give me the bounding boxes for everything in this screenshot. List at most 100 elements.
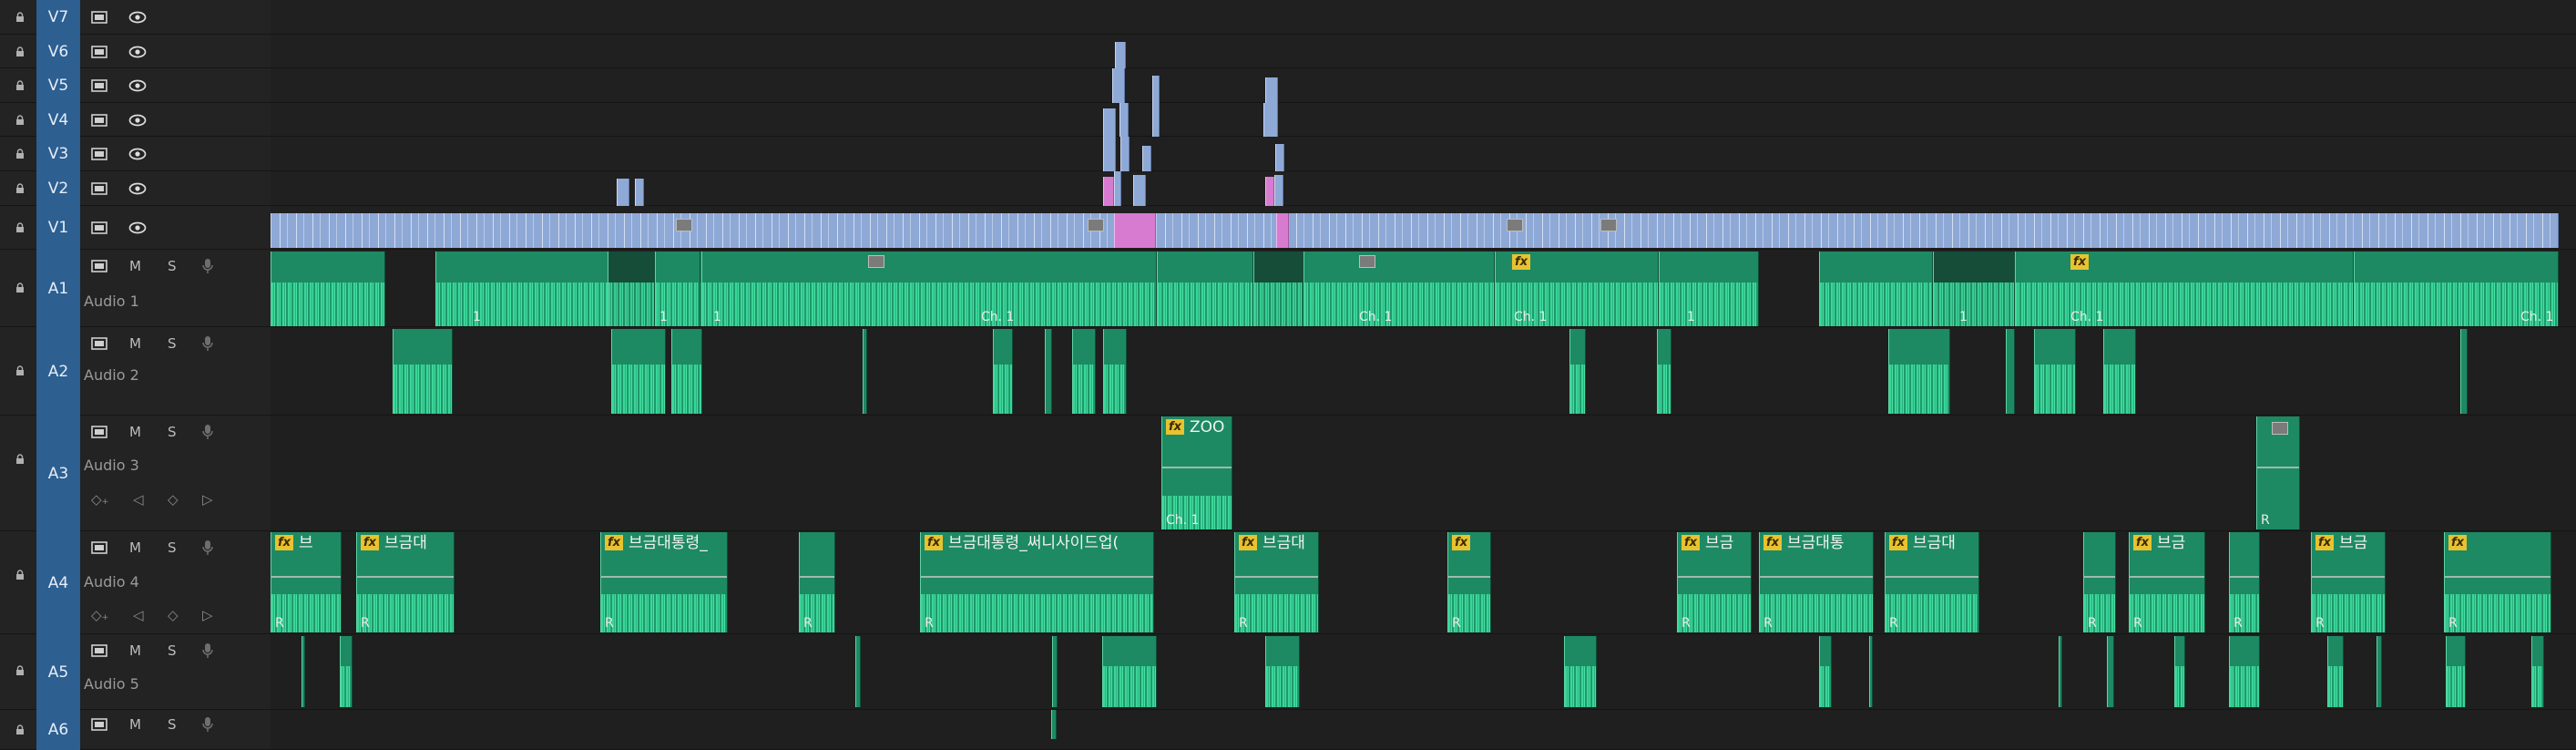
film-sync-icon[interactable] [91,10,107,25]
track-lane-a6[interactable] [271,710,2576,750]
audio-clip[interactable] [1102,636,1157,707]
audio-clip[interactable]: fx 브금대통령_써니사이드업(R [920,532,1154,632]
audio-clip[interactable] [2059,636,2062,707]
eye-icon[interactable] [128,221,147,236]
audio-clip[interactable]: fx 브금대통 R [1759,532,1874,632]
film-sync-icon[interactable] [91,425,107,439]
mute-button[interactable]: M [129,643,141,658]
add-remove-keyframe-icon[interactable]: ◇ [168,492,179,507]
track-label-a5[interactable]: A5 [36,634,80,710]
lock-icon[interactable] [15,46,26,57]
track-label-a4[interactable]: A4 [36,531,80,634]
video-clip[interactable] [1114,171,1121,206]
solo-button[interactable]: S [168,717,177,732]
audio-clip[interactable] [271,252,385,326]
video-clip[interactable] [617,179,629,206]
audio-clip[interactable] [1045,329,1052,414]
solo-button[interactable]: S [168,643,177,658]
eye-icon[interactable] [128,148,147,162]
microphone-icon[interactable] [202,716,213,732]
audio-clip[interactable] [1052,636,1058,707]
add-remove-keyframe-icon[interactable]: ◇ [168,608,179,622]
mute-button[interactable]: M [129,336,141,351]
track-label-v2[interactable]: V2 [36,171,80,206]
track-name-a4[interactable]: Audio 4 [84,574,139,591]
lock-icon[interactable] [15,283,26,293]
eye-icon[interactable] [128,182,147,197]
video-clip[interactable] [1276,213,1289,248]
track-label-v7[interactable]: V7 [36,0,80,35]
audio-clip[interactable]: Ch. 1 [2354,252,2559,326]
previous-keyframe-icon[interactable]: ◁ [133,608,144,622]
audio-clip[interactable]: 1 Ch. 1 [701,252,1157,326]
lock-icon[interactable] [15,454,26,465]
audio-clip[interactable]: fx 브금대 R [1234,532,1319,632]
audio-clip[interactable] [1253,252,1303,326]
audio-clip[interactable] [2006,329,2015,414]
video-clip[interactable] [1265,177,1274,206]
mute-button[interactable]: M [129,259,141,273]
track-lane-v2[interactable] [271,171,2576,206]
mute-button[interactable]: M [129,717,141,732]
audio-clip[interactable] [1103,329,1127,414]
solo-button[interactable]: S [168,540,177,555]
previous-keyframe-icon[interactable]: ◁ [133,492,144,507]
track-lane-v4[interactable] [271,103,2576,137]
video-clip[interactable] [1112,68,1125,103]
lock-icon[interactable] [15,80,26,91]
track-name-a3[interactable]: Audio 3 [84,457,139,474]
mute-button[interactable]: M [129,540,141,555]
next-keyframe-icon[interactable]: ▷ [202,608,213,622]
microphone-icon[interactable] [202,258,213,273]
film-sync-icon[interactable] [91,113,107,128]
next-keyframe-icon[interactable]: ▷ [202,492,213,507]
video-clip[interactable] [1133,175,1146,206]
eye-icon[interactable] [128,11,147,26]
microphone-icon[interactable] [202,642,213,658]
add-keyframe-icon[interactable]: ◇₊ [91,608,108,622]
eye-icon[interactable] [128,79,147,94]
audio-clip[interactable]: 1 [1659,252,1759,326]
audio-clip[interactable]: R [2083,532,2116,632]
video-clip[interactable] [1274,175,1283,206]
track-lane-a2[interactable] [271,327,2576,416]
add-keyframe-icon[interactable]: ◇₊ [91,492,108,507]
audio-clip[interactable] [2446,636,2466,707]
audio-clip[interactable] [2174,636,2185,707]
solo-button[interactable]: S [168,259,177,273]
video-clip-strip[interactable] [271,213,2559,248]
audio-clip[interactable]: R [2256,416,2300,529]
audio-clip[interactable] [611,329,666,414]
film-sync-icon[interactable] [91,147,107,161]
audio-clip[interactable] [1265,636,1300,707]
track-label-v6[interactable]: V6 [36,35,80,68]
audio-clip[interactable] [393,329,453,414]
solo-button[interactable]: S [168,336,177,351]
lock-icon[interactable] [15,570,26,580]
film-sync-icon[interactable] [91,540,107,555]
audio-clip[interactable]: R [2229,532,2260,632]
audio-clip[interactable]: fx 브금대 R [356,532,455,632]
film-sync-icon[interactable] [91,78,107,93]
lock-icon[interactable] [15,222,26,233]
video-clip[interactable] [1115,42,1126,68]
track-name-a1[interactable]: Audio 1 [84,293,139,310]
track-label-v3[interactable]: V3 [36,137,80,171]
lock-icon[interactable] [15,149,26,159]
audio-clip[interactable] [1819,636,1832,707]
track-lane-a1[interactable]: 1 1 1 Ch. 1 Ch. 1 fx Ch. 1 1 1 fx Ch. 1 Ch.… [271,250,2576,327]
track-lane-a3[interactable]: fx ZOO Ch. 1 R [271,416,2576,531]
microphone-icon[interactable] [202,335,213,351]
lock-icon[interactable] [15,183,26,194]
lock-icon[interactable] [15,365,26,376]
track-label-v4[interactable]: V4 [36,103,80,137]
audio-clip[interactable] [855,636,861,707]
video-clip[interactable] [1152,103,1160,137]
audio-clip[interactable]: fx R [1447,532,1491,632]
audio-clip[interactable] [1157,252,1253,326]
film-sync-icon[interactable] [91,717,107,732]
track-label-a1[interactable]: A1 [36,250,80,327]
video-clip[interactable] [1120,137,1130,171]
film-sync-icon[interactable] [91,643,107,658]
audio-clip[interactable]: fx Ch. 1 [2015,252,2354,326]
